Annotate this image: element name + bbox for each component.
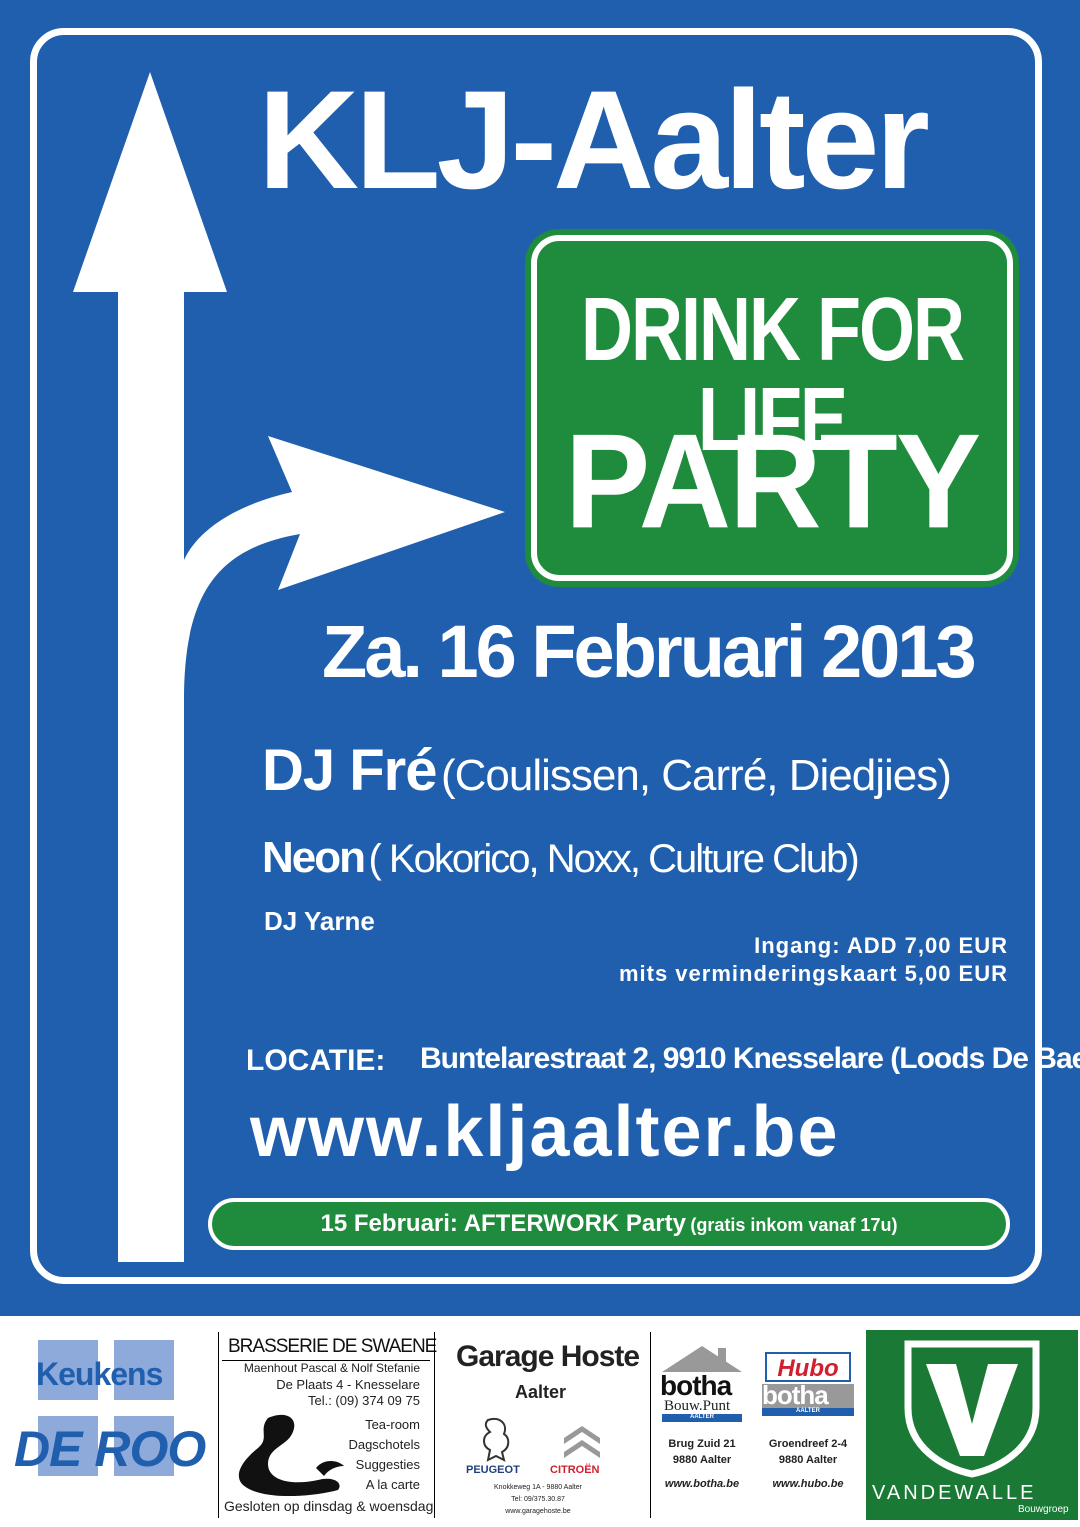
- hubo-name: Hubo: [765, 1352, 851, 1382]
- swan-icon: [238, 1414, 344, 1496]
- botha-street: Brug Zuid 21: [668, 1438, 736, 1450]
- afterwork-note: (gratis inkom vanaf 17u): [690, 1215, 898, 1235]
- price-line-2: mits verminderingskaart 5,00 EUR: [618, 960, 1008, 986]
- brasserie-closed: Gesloten op dinsdag & woensdag: [224, 1498, 434, 1514]
- brasserie-address: De Plaats 4 - Knesselare: [276, 1377, 420, 1392]
- citroen-chevrons-icon: [564, 1426, 600, 1458]
- brasserie-item: Suggesties: [355, 1457, 420, 1472]
- dj-line-1: DJ Fré (Coulissen, Carré, Diedjies): [262, 742, 952, 800]
- brasserie-item: Dagschotels: [348, 1437, 420, 1452]
- location-address: Buntelarestraat 2, 9910 Knesselare (Lood…: [420, 1042, 1080, 1075]
- garage-city: Aalter: [515, 1382, 567, 1402]
- sign-line-2: PARTY: [564, 406, 981, 557]
- event-date: Za. 16 Februari 2013: [322, 610, 977, 693]
- divider: [218, 1332, 219, 1518]
- garage-phone: Tel: 09/375.30.87: [511, 1496, 565, 1503]
- price-line-1: Ingang: ADD 7,00 EUR: [754, 933, 1008, 958]
- garage-web: www.garagehoste.be: [505, 1508, 571, 1515]
- dj2-clubs: ( Kokorico, Noxx, Culture Club): [368, 837, 859, 881]
- botha-web[interactable]: www.botha.be: [654, 1478, 750, 1490]
- brasserie-item: Tea-room: [365, 1417, 420, 1432]
- brasserie-phone: Tel.: (09) 374 09 75: [307, 1393, 420, 1408]
- peugeot-label: PEUGEOT: [466, 1464, 520, 1476]
- keukens-label: Keukens: [36, 1356, 163, 1392]
- botha-tag: AALTER: [690, 1414, 714, 1420]
- hubo-street: Groendreef 2-4: [768, 1438, 848, 1450]
- hubo-botha: botha: [762, 1380, 829, 1410]
- dj1-name: DJ Fré: [262, 738, 438, 803]
- dj-line-2: Neon ( Kokorico, Noxx, Culture Club): [262, 833, 860, 882]
- brasserie-item: A la carte: [365, 1477, 420, 1492]
- shield-v-icon: [904, 1340, 1040, 1478]
- garage-address: Knokkeweg 1A - 9880 Aalter: [494, 1484, 582, 1491]
- vandewalle-sub: Bouwgroep: [1018, 1504, 1069, 1515]
- event-title: KLJ-Aalter: [258, 61, 930, 218]
- brasserie-owners: Maenhout Pascal & Nolf Stefanie: [243, 1361, 420, 1375]
- location-label: LOCATIE:: [246, 1044, 386, 1077]
- afterwork-banner: 15 Februari: AFTERWORK Party (gratis ink…: [208, 1198, 1010, 1250]
- dj3-name: DJ Yarne: [264, 906, 375, 936]
- dj1-clubs: (Coulissen, Carré, Diedjies): [440, 751, 952, 800]
- botha-city: 9880 Aalter: [672, 1454, 732, 1466]
- peugeot-lion-icon: [483, 1418, 510, 1462]
- dj2-name: Neon: [262, 833, 366, 882]
- botha-sub: Bouw.Punt: [664, 1398, 731, 1414]
- website-link[interactable]: www.kljaalter.be: [250, 1096, 840, 1168]
- hubo-tag: AALTER: [796, 1408, 820, 1414]
- citroen-label: CITROËN: [550, 1464, 600, 1476]
- arrow-up-icon: [73, 72, 227, 1262]
- brasserie-title: BRASSERIE DE SWAENE: [228, 1336, 437, 1357]
- keukens-name: DE ROO: [14, 1421, 206, 1477]
- house-roof-icon: [662, 1346, 742, 1372]
- hubo-city: 9880 Aalter: [778, 1454, 838, 1466]
- vandewalle-name: VANDEWALLE: [872, 1482, 1037, 1504]
- divider: [434, 1332, 435, 1518]
- divider: [650, 1332, 651, 1518]
- garage-title: Garage Hoste: [456, 1340, 640, 1373]
- hubo-web[interactable]: www.hubo.be: [758, 1478, 858, 1490]
- drink-for-life-sign: DRINK FOR LIFE PARTY: [531, 235, 1013, 581]
- afterwork-main: 15 Februari: AFTERWORK Party: [320, 1210, 686, 1237]
- price-info: Ingang: ADD 7,00 EUR mits verminderingsk…: [619, 932, 1008, 987]
